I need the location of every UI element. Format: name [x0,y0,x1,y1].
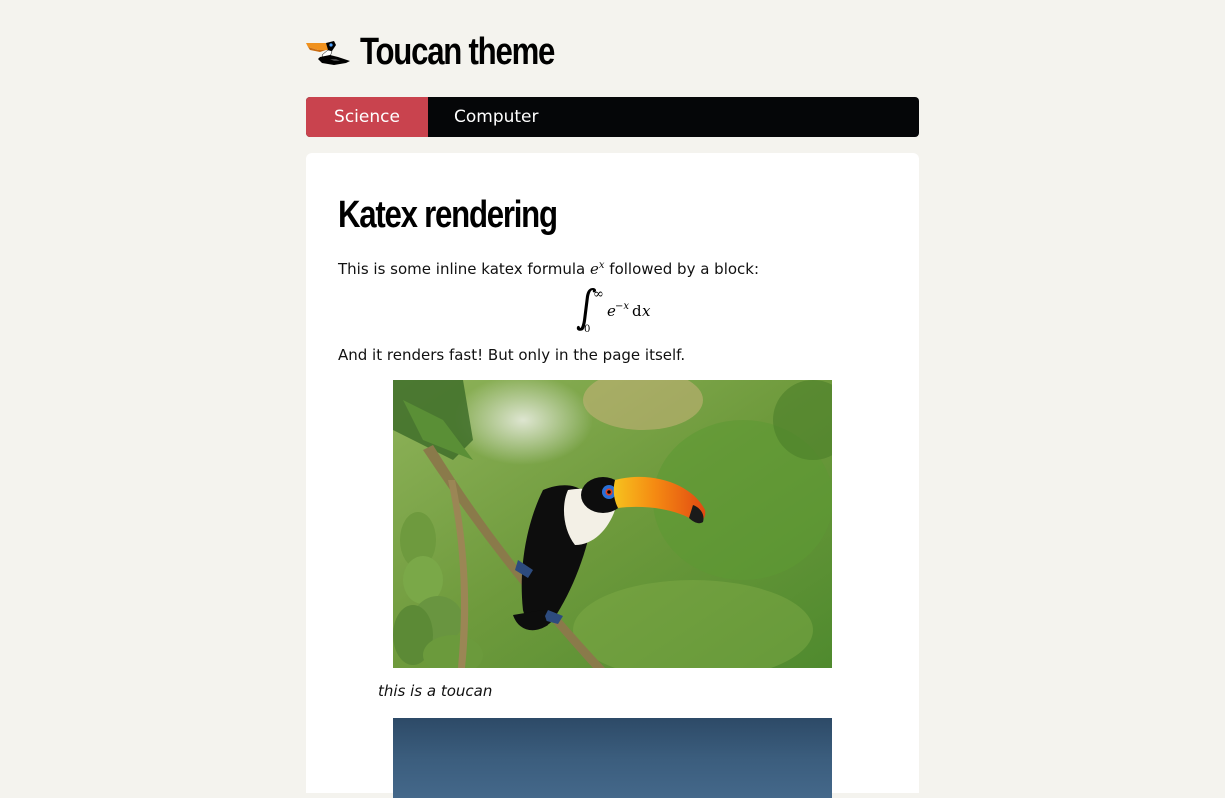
toucan-logo-icon [306,41,350,65]
integral-lower-limit: 0 [584,324,590,335]
toucan-photo [393,380,832,668]
post-card: Katex rendering This is some inline kate… [306,153,919,798]
site-title: Toucan theme [360,30,555,73]
nav-item-science[interactable]: Science [306,97,428,137]
post-intro-paragraph: This is some inline katex formula ex fol… [338,256,759,279]
formula-exponent: −x [615,301,629,312]
figure-caption: this is a toucan [378,682,493,700]
intro-text-before: This is some inline katex formula [338,260,590,278]
block-formula: ∞ 0 e −x d x [306,286,919,336]
site-home-link[interactable]: Toucan theme [306,28,597,76]
intro-text-after: followed by a block: [604,260,760,278]
post-outro-paragraph: And it renders fast! But only in the pag… [338,346,686,364]
integral-upper-limit: ∞ [593,287,604,302]
post-title: Katex rendering [338,194,558,236]
inline-formula: ex [590,260,605,278]
formula-variable: x [642,302,651,320]
inline-formula-base: e [590,260,599,278]
main-nav: Science Computer [306,97,919,137]
formula-differential: d [632,302,642,320]
nav-item-computer[interactable]: Computer [428,97,565,137]
second-photo [393,718,832,798]
